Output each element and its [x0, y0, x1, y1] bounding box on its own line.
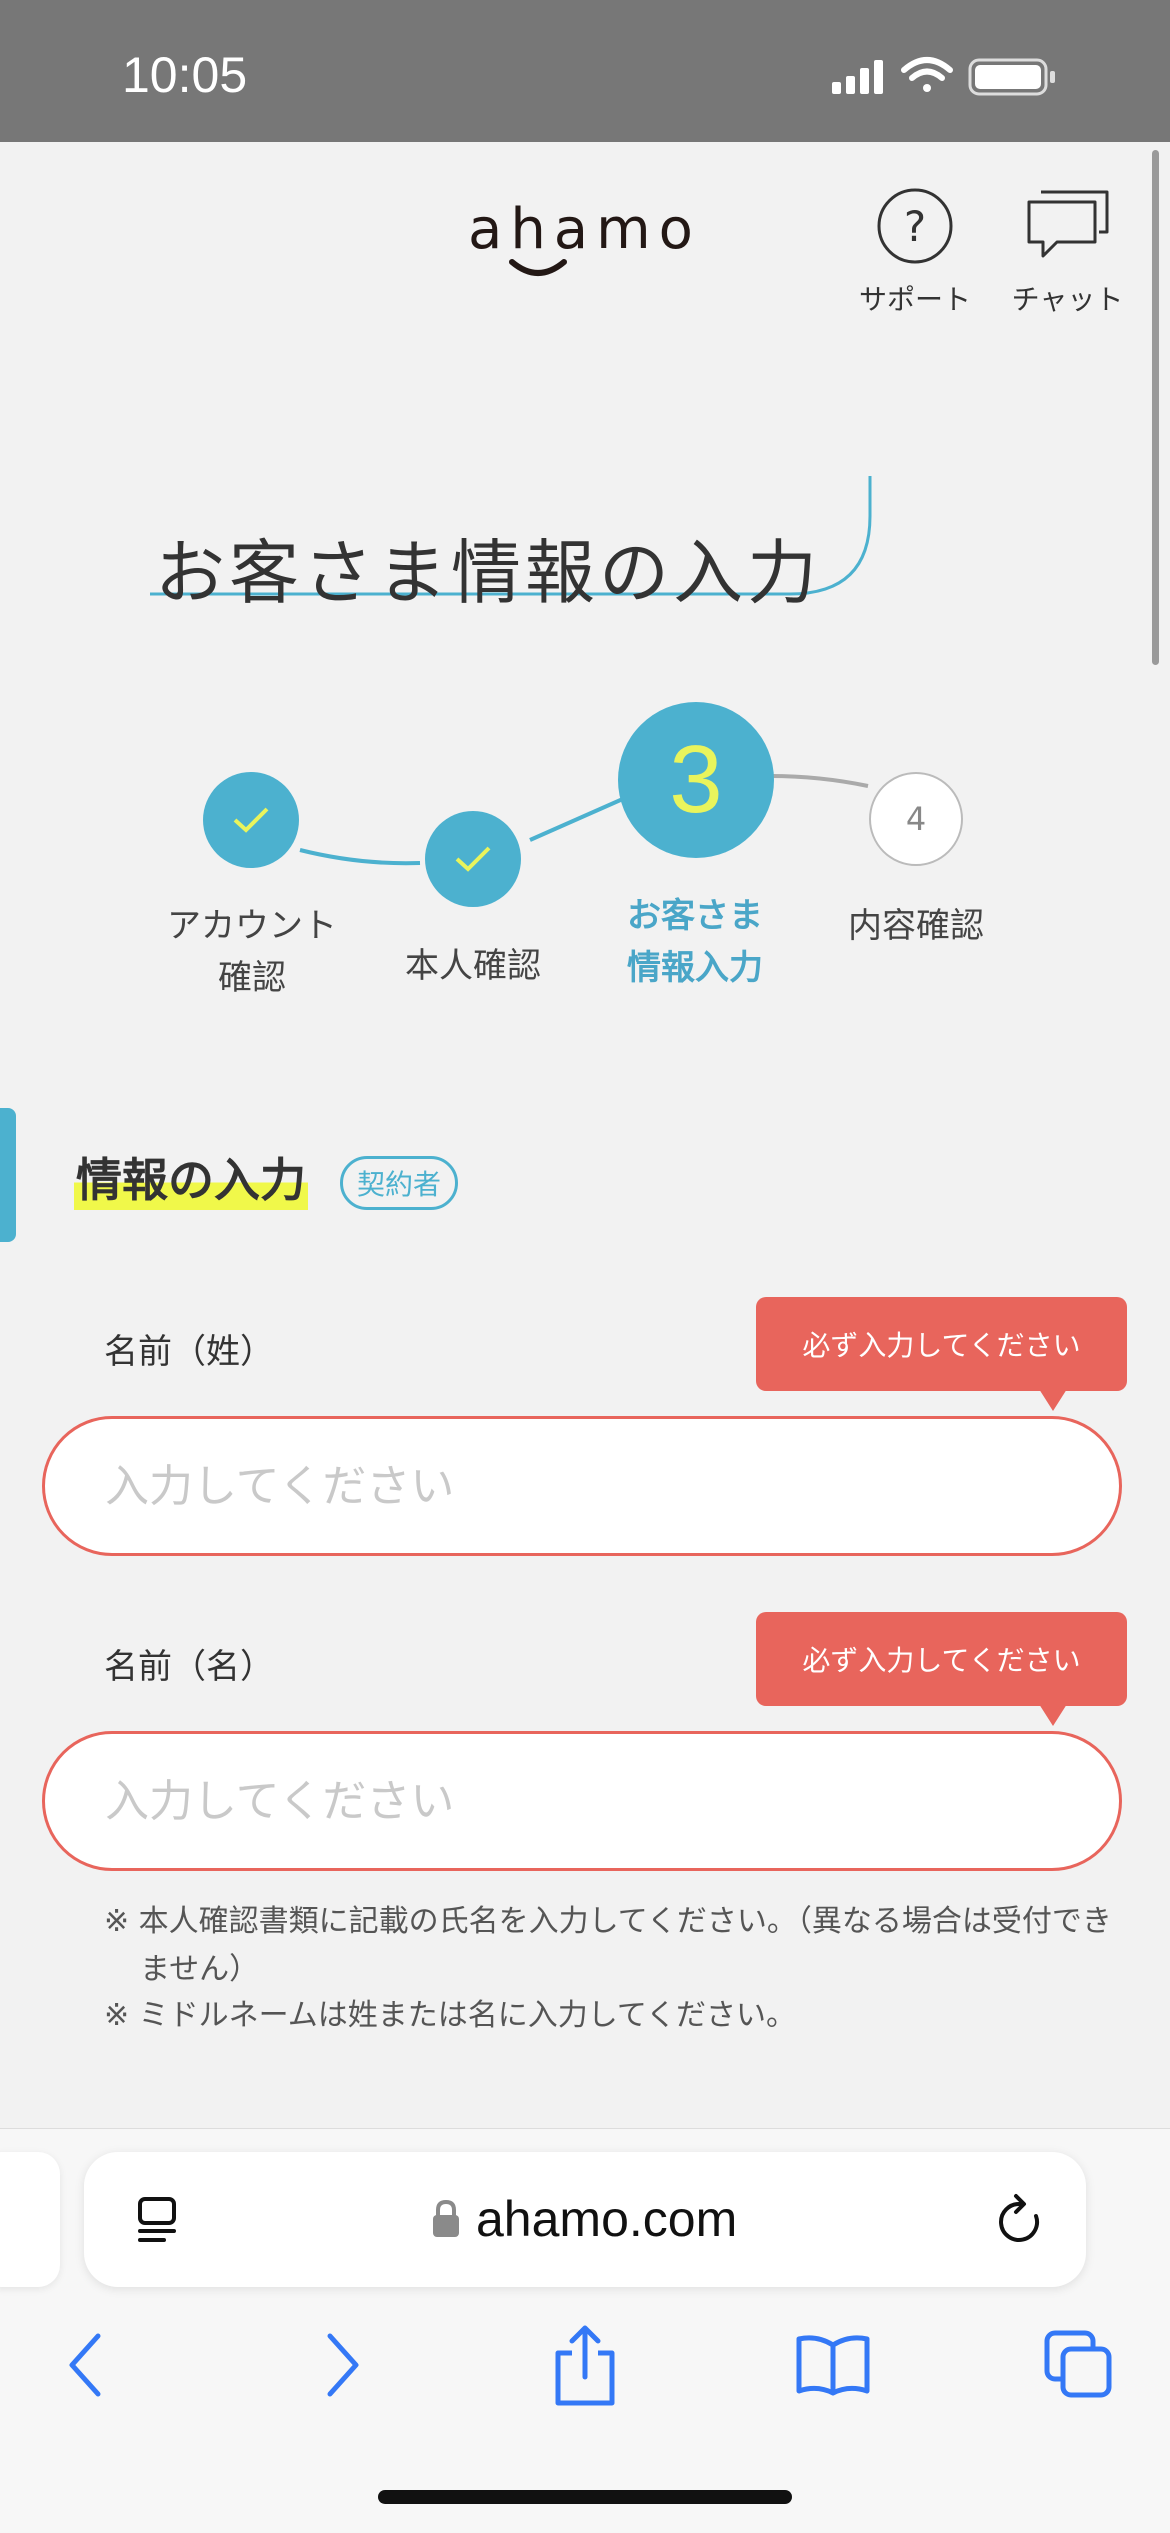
bookmarks-button[interactable] — [788, 2320, 878, 2410]
scroll-indicator — [1152, 150, 1159, 665]
chat-bubbles-icon — [1027, 190, 1108, 258]
checkmark-icon — [233, 807, 269, 833]
svg-text:?: ? — [904, 202, 926, 251]
support-button[interactable]: ? サポート — [850, 186, 980, 318]
tabs-button[interactable] — [1034, 2320, 1124, 2410]
share-button[interactable] — [540, 2320, 630, 2410]
first-name-input[interactable] — [42, 1731, 1122, 1871]
page-title: お客さま情報の入力 — [155, 531, 821, 614]
ahamo-logo[interactable]: ahamo — [468, 196, 708, 290]
reload-icon[interactable] — [992, 2192, 1048, 2250]
tabs-icon — [1044, 2330, 1112, 2398]
book-icon — [796, 2335, 870, 2396]
step-3-label: お客さま 情報入力 — [627, 896, 763, 988]
previous-tab-preview[interactable] — [0, 2152, 60, 2287]
step-2-label: 本人確認 — [405, 946, 541, 986]
first-name-label: 名前（名） — [104, 1647, 274, 1687]
status-time: 10:05 — [122, 47, 248, 103]
stepper-connectors — [299, 774, 869, 866]
contractor-badge: 契約者 — [340, 1156, 459, 1210]
question-circle-icon: ? — [877, 188, 953, 264]
back-button[interactable] — [42, 2320, 132, 2410]
step-1-label: アカウント 確認 — [167, 906, 337, 998]
step-4-circle: 4 — [869, 772, 963, 866]
step-3-number: 3 — [669, 726, 723, 833]
last-name-error-tooltip: 必ず入力してください — [756, 1297, 1127, 1411]
first-name-error-tooltip: 必ず入力してください — [756, 1612, 1127, 1726]
page-menu-icon[interactable] — [134, 2195, 184, 2245]
status-bar: 10:05 — [0, 0, 1170, 142]
svg-text:ahamo: ahamo — [468, 197, 701, 262]
url-text: ahamo.com — [476, 2191, 738, 2247]
support-label: サポート — [858, 283, 971, 316]
chevron-left-icon — [69, 2333, 101, 2397]
chat-label: チャット — [1011, 283, 1124, 316]
chat-button[interactable]: チャット — [1000, 186, 1135, 318]
note-middle-name: ※ ミドルネームは姓または名に入力してください。 — [104, 1998, 796, 2033]
section-accent-bar — [0, 1108, 16, 1242]
status-icons — [832, 54, 1092, 104]
battery-icon — [968, 58, 1055, 96]
step-4-label: 内容確認 — [848, 906, 984, 946]
note-name-match: ※ 本人確認書類に記載の氏名を入力してください。（異なる場合は受付できません） — [104, 1904, 1112, 1987]
step-3-circle: 3 — [618, 702, 774, 858]
step-1-circle — [203, 772, 299, 868]
lock-icon — [433, 2199, 459, 2237]
last-name-label: 名前（姓） — [104, 1332, 274, 1372]
checkmark-icon — [455, 846, 491, 872]
last-name-input[interactable] — [42, 1416, 1122, 1556]
chevron-right-icon — [327, 2333, 359, 2397]
cellular-signal-icon — [832, 60, 883, 94]
wifi-icon — [901, 57, 953, 92]
step-4-number: 4 — [905, 800, 927, 838]
step-2-circle — [425, 811, 521, 907]
forward-button[interactable] — [296, 2320, 386, 2410]
share-icon — [555, 2325, 615, 2406]
section-title: 情報の入力 — [74, 1144, 308, 1210]
home-indicator — [378, 2490, 792, 2504]
